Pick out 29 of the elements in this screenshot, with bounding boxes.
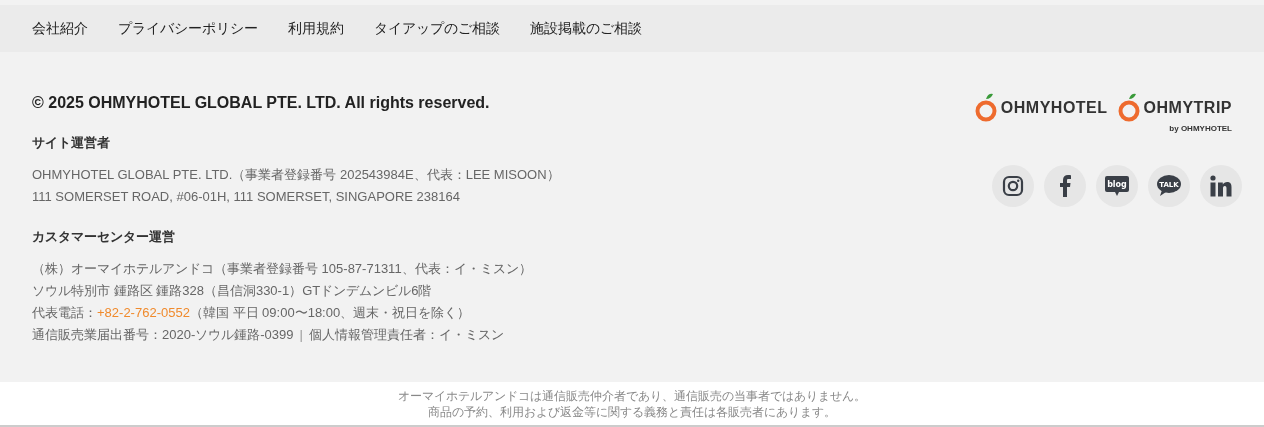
footer-nav-link[interactable]: プライバシーポリシー <box>118 19 258 38</box>
disclaimer-text: 商品の予約、利用および返金等に関する義務と責任は各販売者にあります。 <box>428 403 836 420</box>
info-line: OHMYHOTEL GLOBAL PTE. LTD.（事業者登録番号 202543984E、代表：LEE MISOON） <box>32 166 560 184</box>
copyright-text: © 2025 OHMYHOTEL GLOBAL PTE. LTD. All rights reserved. <box>32 94 491 112</box>
registration-line: 通信販売業届出番号：2020-ソウル鍾路-0399 | 個人情報管理責任者：イ・ミスン <box>32 326 505 344</box>
logo-byline: by OHMYHOTEL <box>1169 124 1232 133</box>
brand-logo-text: OHMYHOTEL <box>1000 99 1108 117</box>
brand-logo-text: OHMYTRIP <box>1143 99 1232 117</box>
info-line: （株）オーマイホテルアンドコ（事業者登録番号 105-87-71311、代表：イ・ミスン） <box>32 260 533 278</box>
footer-nav-link[interactable]: 会社紹介 <box>32 19 88 38</box>
info-line: 111 SOMERSET ROAD, #06-01H, 111 SOMERSET, SINGAPORE 238164 <box>32 188 461 206</box>
fruit-logo-icon <box>974 92 997 124</box>
social-link[interactable] <box>1044 165 1086 207</box>
instagram-icon <box>1002 175 1024 197</box>
section-heading: カスタマーセンター運営 <box>32 228 176 246</box>
info-line: ソウル特別市 鍾路区 鍾路328（昌信洞330-1）GTドンデムンビル6階 <box>32 282 433 300</box>
social-link[interactable] <box>1200 165 1242 207</box>
social-link[interactable] <box>992 165 1034 207</box>
disclaimer-text: オーマイホテルアンドコは通信販売仲介者であり、通信販売の当事者ではありません。 <box>398 387 866 404</box>
footer-nav-link[interactable]: 利用規約 <box>288 19 344 38</box>
phone-line: 代表電話：+82-2-762-0552（韓国 平日 09:00〜18:00、週末・祝日を除く） <box>32 304 472 322</box>
footer-nav-link[interactable]: タイアップのご相談 <box>374 19 500 38</box>
section-heading: サイト運営者 <box>32 134 111 152</box>
footer-nav-link[interactable]: 施設掲載のご相談 <box>530 19 642 38</box>
fruit-logo-icon <box>1117 92 1140 124</box>
blog-speech-icon: blog <box>1104 174 1130 198</box>
linkedin-icon <box>1210 175 1232 197</box>
social-link[interactable]: blog <box>1096 165 1138 207</box>
facebook-icon <box>1059 175 1071 197</box>
